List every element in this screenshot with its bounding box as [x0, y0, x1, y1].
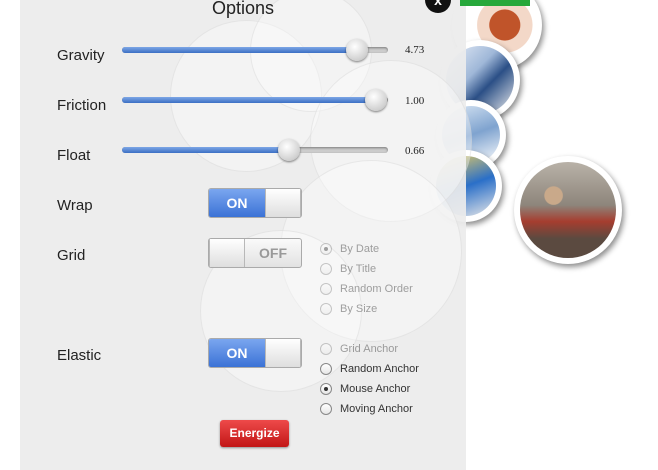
float-slider-thumb[interactable] — [278, 139, 300, 161]
friction-slider-fill — [122, 97, 376, 103]
wrap-label: Wrap — [57, 197, 93, 214]
options-panel: Options Gravity 4.73 Friction 1.00 Float… — [20, 0, 472, 470]
radio-dot — [320, 303, 332, 315]
radio-dot — [320, 343, 332, 355]
grid-label: Grid — [57, 247, 86, 264]
radio-dot — [320, 263, 332, 275]
elastic-label: Elastic — [57, 347, 102, 364]
gravity-label: Gravity — [57, 47, 105, 64]
float-value: 0.66 — [405, 145, 425, 157]
radio-dot — [320, 243, 332, 255]
float-slider-fill — [122, 147, 289, 153]
elastic-toggle-state: ON — [209, 339, 265, 367]
gravity-slider-thumb[interactable] — [346, 39, 368, 61]
float-slider[interactable] — [122, 139, 388, 161]
thumbnail-bubble-photo[interactable] — [514, 156, 622, 264]
radio-dot — [320, 383, 332, 395]
grid-toggle-knob — [209, 239, 245, 267]
green-tab[interactable] — [460, 0, 530, 6]
gravity-value: 4.73 — [405, 44, 425, 56]
radio-dot — [320, 283, 332, 295]
grid-toggle-state: OFF — [259, 245, 287, 261]
friction-label: Friction — [57, 97, 107, 114]
wrap-toggle-knob — [265, 189, 301, 217]
wrap-toggle[interactable]: ON — [208, 188, 302, 218]
gravity-slider-fill — [122, 47, 357, 53]
friction-value: 1.00 — [405, 95, 425, 107]
energize-button[interactable]: Energize — [220, 420, 289, 447]
wrap-toggle-state: ON — [209, 189, 265, 217]
gravity-slider[interactable] — [122, 39, 388, 61]
grid-toggle[interactable]: OFF — [208, 238, 302, 268]
radio-dot — [320, 363, 332, 375]
radio-dot — [320, 403, 332, 415]
panel-title: Options — [211, 0, 275, 18]
friction-slider[interactable] — [122, 89, 388, 111]
float-label: Float — [57, 147, 91, 164]
elastic-toggle-knob — [265, 339, 301, 367]
elastic-toggle[interactable]: ON — [208, 338, 302, 368]
friction-slider-thumb[interactable] — [365, 89, 387, 111]
